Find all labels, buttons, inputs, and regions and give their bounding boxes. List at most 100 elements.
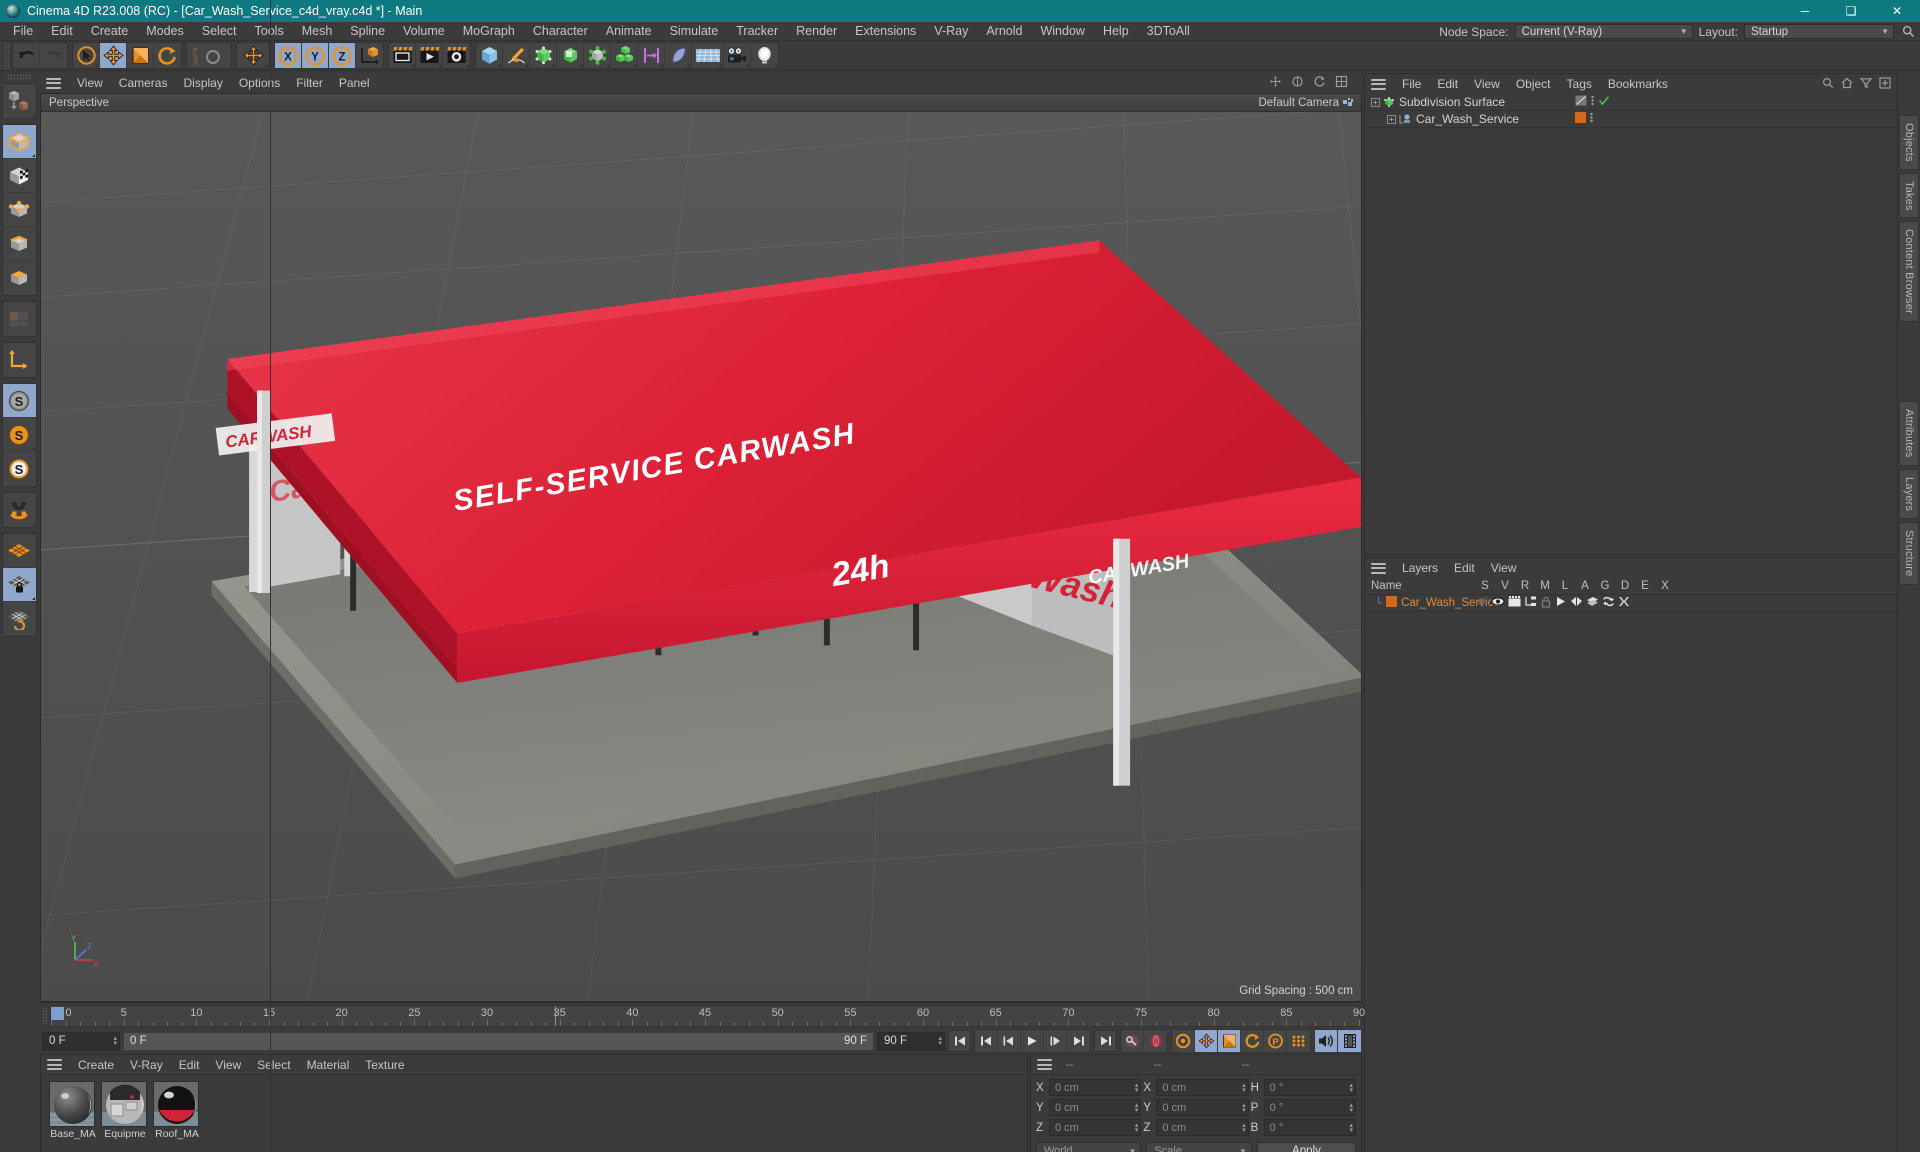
point-level-animation-button[interactable]	[1287, 1030, 1310, 1052]
tab-content-browser[interactable]: Content Browser	[1899, 221, 1919, 323]
coord-field-pos-y[interactable]: 0 cm ▴ ▾	[1049, 1099, 1142, 1116]
timeline-playhead[interactable]	[51, 1007, 64, 1020]
object-menu-object[interactable]: Object	[1508, 77, 1559, 91]
search-icon[interactable]	[1900, 24, 1916, 40]
viewport-menu-view[interactable]: View	[69, 76, 111, 90]
layer-menu-layers[interactable]: Layers	[1394, 561, 1446, 575]
object-menu-bookmarks[interactable]: Bookmarks	[1600, 77, 1676, 91]
viewport-menu-hamburger-icon[interactable]	[46, 77, 61, 89]
render-icon[interactable]	[1508, 596, 1521, 610]
tab-takes[interactable]: Takes	[1899, 172, 1919, 219]
layer-color-swatch[interactable]	[1386, 596, 1398, 610]
position-key-button[interactable]	[1195, 1030, 1218, 1052]
expand-toggle[interactable]: +	[1371, 97, 1380, 107]
material-menu-create[interactable]: Create	[70, 1058, 122, 1072]
x-axis-lock[interactable]: X	[275, 43, 302, 68]
spinner-icon[interactable]: ▴ ▾	[934, 1035, 942, 1047]
add-spline-button[interactable]	[503, 43, 530, 68]
home-icon[interactable]	[1841, 77, 1853, 92]
layer-menu-view[interactable]: View	[1483, 561, 1525, 575]
spinner-icon[interactable]: ▴ ▾	[1131, 1122, 1139, 1134]
preview-end-field[interactable]: 90 F ▴ ▾	[877, 1031, 945, 1051]
coordinate-system-dropdown[interactable]: World ▼	[1036, 1142, 1142, 1152]
toolbar-grip[interactable]	[4, 42, 10, 69]
menu-create[interactable]: Create	[82, 22, 138, 41]
close-button[interactable]: ✕	[1874, 0, 1920, 22]
visibility-dots-icon[interactable]	[1589, 112, 1594, 126]
spinner-icon[interactable]: ▴ ▾	[1238, 1082, 1246, 1094]
add-cube-button[interactable]	[476, 43, 503, 68]
spinner-icon[interactable]: ▴ ▾	[1238, 1102, 1246, 1114]
uv-mode-button[interactable]	[3, 302, 36, 336]
play-button[interactable]	[1021, 1030, 1044, 1052]
material-item[interactable]: Equipme	[101, 1081, 149, 1152]
psr-toggle[interactable]: PSR	[187, 43, 231, 68]
coord-field-size-y[interactable]: 0 cm ▴ ▾	[1156, 1099, 1249, 1116]
scale-key-button[interactable]	[1218, 1030, 1241, 1052]
make-editable-button[interactable]	[3, 84, 36, 118]
visibility-dots-icon[interactable]	[1590, 95, 1595, 109]
select-tool[interactable]	[73, 43, 100, 68]
autokeying-button[interactable]	[1144, 1030, 1167, 1052]
solo-dot-icon[interactable]	[1475, 596, 1488, 610]
menu-volume[interactable]: Volume	[394, 22, 454, 41]
layout-dropdown[interactable]: Startup ▼	[1744, 24, 1894, 39]
object-row-car-wash-service[interactable]: + Car_Wash_Service	[1365, 111, 1897, 128]
camera-icon[interactable]	[1343, 97, 1353, 108]
snap-magnet-button[interactable]	[3, 493, 36, 527]
object-menu-tags[interactable]: Tags	[1559, 77, 1600, 91]
render-settings-button[interactable]	[443, 43, 470, 68]
generator-icon[interactable]	[1570, 596, 1583, 610]
lock-workplane-button[interactable]	[2, 568, 36, 602]
coord-field-rot-b[interactable]: 0 ° ▴ ▾	[1263, 1119, 1356, 1136]
manager-icon[interactable]	[1524, 596, 1537, 610]
scale-tool[interactable]	[127, 43, 154, 68]
deformer-icon[interactable]	[1586, 596, 1599, 610]
coord-field-size-z[interactable]: 0 cm ▴ ▾	[1156, 1119, 1249, 1136]
menu-help[interactable]: Help	[1094, 22, 1138, 41]
sound-button[interactable]	[1315, 1030, 1338, 1052]
material-item[interactable]: Base_MA	[49, 1081, 97, 1152]
menu-mograph[interactable]: MoGraph	[454, 22, 524, 41]
tab-layers[interactable]: Layers	[1899, 468, 1919, 520]
viewport-3d[interactable]: Perspective Default Camera Car Wash SELF…	[40, 93, 1362, 1002]
tab-structure[interactable]: Structure	[1899, 522, 1919, 585]
timeline-range-bar[interactable]: 0 F 90 F	[123, 1031, 874, 1051]
mograph-button[interactable]	[611, 43, 638, 68]
rotate-tool[interactable]	[154, 43, 181, 68]
menu-vray[interactable]: V-Ray	[925, 22, 977, 41]
undo-button[interactable]	[13, 43, 40, 68]
material-menu-texture[interactable]: Texture	[357, 1058, 412, 1072]
viewport-menu-filter[interactable]: Filter	[288, 76, 331, 90]
apply-button[interactable]: Apply	[1256, 1142, 1356, 1152]
spinner-icon[interactable]: ▴ ▾	[1131, 1082, 1139, 1094]
object-menu-view[interactable]: View	[1466, 77, 1508, 91]
menu-window[interactable]: Window	[1031, 22, 1093, 41]
window-controls[interactable]: ─ ❑ ✕	[1782, 0, 1920, 22]
material-menu-edit[interactable]: Edit	[171, 1058, 208, 1072]
add-nurbs-button[interactable]	[557, 43, 584, 68]
spinner-icon[interactable]: ▴ ▾	[1345, 1102, 1353, 1114]
redo-button[interactable]	[40, 43, 67, 68]
spinner-icon[interactable]: ▴ ▾	[109, 1035, 117, 1047]
layer-menu-hamburger-icon[interactable]	[1371, 562, 1386, 574]
viewport-menu-cameras[interactable]: Cameras	[111, 76, 176, 90]
edge-mode-button[interactable]	[2, 227, 36, 261]
object-tree[interactable]: + Subdivision Surface + Car_Wash_Service	[270, 0, 1897, 1152]
coordinate-mode-dropdown[interactable]: Scale ▼	[1146, 1142, 1252, 1152]
coord-field-pos-z[interactable]: 0 cm ▴ ▾	[1049, 1119, 1142, 1136]
move-tool[interactable]	[100, 43, 127, 68]
object-menu-file[interactable]: File	[1394, 77, 1429, 91]
coord-field-rot-h[interactable]: 0 ° ▴ ▾	[1263, 1079, 1356, 1096]
workplane-button[interactable]: S	[3, 452, 36, 486]
environment-button[interactable]	[692, 43, 724, 68]
timeline-grip[interactable]	[42, 1007, 48, 1025]
light-button[interactable]	[751, 43, 778, 68]
node-space-dropdown[interactable]: Current (V-Ray) ▼	[1514, 24, 1693, 39]
material-menu-view[interactable]: View	[207, 1058, 249, 1072]
left-toolbar-grip[interactable]	[7, 74, 31, 80]
object-tags[interactable]	[1575, 112, 1594, 126]
menu-3dtoall[interactable]: 3DToAll	[1138, 22, 1199, 41]
rotate-icon[interactable]	[1313, 75, 1326, 91]
go-to-next-frame-button[interactable]	[1044, 1030, 1067, 1052]
